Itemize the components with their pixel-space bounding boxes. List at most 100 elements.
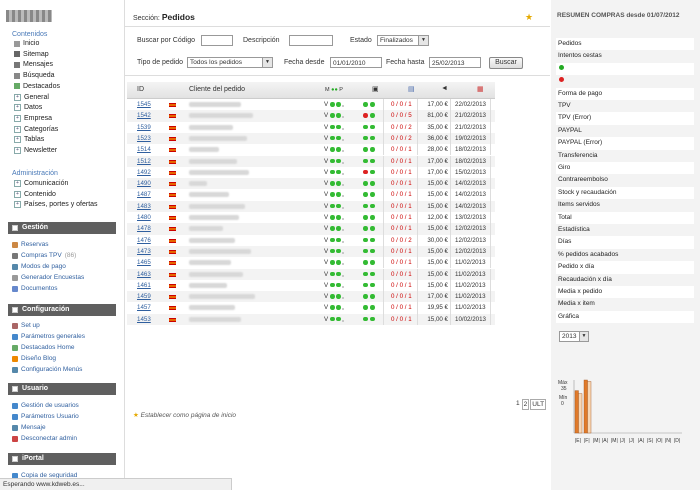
codigo-input[interactable] bbox=[201, 35, 233, 46]
state-dot[interactable] bbox=[370, 192, 375, 197]
order-id-link[interactable]: 1465 bbox=[137, 257, 151, 268]
sidebar-item[interactable]: Sitemap bbox=[14, 50, 49, 59]
state-dot[interactable] bbox=[370, 271, 375, 276]
sidebar-item[interactable]: + Newsletter bbox=[14, 146, 57, 155]
desde-input[interactable]: 01/01/2010 bbox=[330, 57, 382, 68]
sidebar-link[interactable]: Set up bbox=[12, 321, 40, 330]
sidebar-link[interactable]: Gestión de usuarios bbox=[12, 401, 79, 410]
sidebar-link[interactable]: Destacados Home bbox=[12, 343, 74, 352]
expand-icon[interactable]: + bbox=[14, 180, 21, 187]
sidebar-link[interactable]: Reservas bbox=[12, 240, 48, 249]
state-dot[interactable] bbox=[363, 113, 368, 118]
state-dot[interactable] bbox=[370, 316, 375, 322]
state-dot[interactable] bbox=[370, 181, 375, 186]
sidebar-item[interactable]: Mensajes bbox=[14, 60, 53, 69]
order-id-link[interactable]: 1542 bbox=[137, 110, 151, 121]
state-dot[interactable] bbox=[363, 192, 368, 197]
order-id-link[interactable]: 1457 bbox=[137, 302, 151, 313]
state-dot[interactable] bbox=[363, 316, 368, 322]
order-id-link[interactable]: 1453 bbox=[137, 314, 151, 325]
order-id-link[interactable]: 1463 bbox=[137, 269, 151, 280]
sidebar-item[interactable]: + Tablas bbox=[14, 135, 44, 144]
favorite-star-icon[interactable]: ★ bbox=[525, 12, 533, 23]
expand-icon[interactable]: + bbox=[14, 93, 21, 101]
order-id-link[interactable]: 1523 bbox=[137, 133, 151, 144]
order-id-link[interactable]: 1514 bbox=[137, 144, 151, 155]
state-dot[interactable] bbox=[370, 158, 375, 163]
sidebar-link[interactable]: Generador Encuestas bbox=[12, 273, 84, 282]
state-dot[interactable] bbox=[363, 181, 368, 186]
order-id-link[interactable]: 1487 bbox=[137, 189, 151, 200]
sidebar-item[interactable]: Inicio bbox=[14, 39, 39, 48]
expand-icon[interactable]: + bbox=[14, 201, 21, 209]
state-dot[interactable] bbox=[363, 169, 368, 175]
expand-icon[interactable]: + bbox=[14, 104, 21, 112]
year-select[interactable]: 2013 ▼ bbox=[559, 331, 589, 342]
order-id-link[interactable]: 1459 bbox=[137, 291, 151, 302]
order-id-link[interactable]: 1492 bbox=[137, 167, 151, 178]
state-dot[interactable] bbox=[363, 102, 368, 107]
sidebar-item[interactable]: + Categorías bbox=[14, 125, 58, 134]
order-id-link[interactable]: 1545 bbox=[137, 99, 151, 110]
state-dot[interactable] bbox=[363, 135, 368, 141]
expand-icon[interactable]: + bbox=[14, 147, 21, 154]
sidebar-item[interactable]: + General bbox=[14, 93, 49, 102]
sidebar-link[interactable]: Diseño Blog bbox=[12, 354, 56, 363]
sidebar-item[interactable]: + Datos bbox=[14, 103, 42, 112]
state-dot[interactable] bbox=[363, 237, 368, 243]
order-id-link[interactable]: 1473 bbox=[137, 246, 151, 257]
page-link[interactable]: 2 bbox=[521, 399, 530, 410]
sidebar-link[interactable]: Configuración Menús bbox=[12, 365, 82, 374]
expand-icon[interactable]: + bbox=[14, 114, 21, 122]
state-dot[interactable] bbox=[370, 260, 375, 265]
sidebar-link[interactable]: Modos de pago bbox=[12, 262, 66, 271]
state-dot[interactable] bbox=[363, 124, 368, 130]
sidebar-link[interactable]: Mensaje bbox=[12, 423, 46, 432]
order-id-link[interactable]: 1490 bbox=[137, 178, 151, 189]
page-link[interactable]: ULT bbox=[530, 399, 547, 410]
state-dot[interactable] bbox=[363, 215, 368, 220]
state-dot[interactable] bbox=[363, 226, 368, 231]
tipo-select[interactable]: Todos los pedidos ▼ bbox=[187, 57, 273, 68]
state-dot[interactable] bbox=[370, 282, 375, 288]
state-dot[interactable] bbox=[370, 248, 375, 254]
state-dot[interactable] bbox=[370, 102, 375, 107]
state-dot[interactable] bbox=[370, 124, 375, 130]
col-cliente[interactable]: Cliente del pedido bbox=[189, 86, 245, 93]
state-dot[interactable] bbox=[363, 282, 368, 288]
state-dot[interactable] bbox=[363, 248, 368, 254]
order-id-link[interactable]: 1461 bbox=[137, 280, 151, 291]
sidebar-item[interactable]: + Países, portes y ofertas bbox=[14, 200, 98, 209]
buscar-button[interactable]: Buscar bbox=[489, 57, 523, 69]
expand-icon[interactable]: + bbox=[14, 125, 21, 133]
sidebar-link[interactable]: Desconectar admin bbox=[12, 434, 77, 443]
state-dot[interactable] bbox=[363, 147, 368, 152]
col-id[interactable]: ID bbox=[137, 86, 144, 93]
state-dot[interactable] bbox=[370, 169, 375, 175]
set-home-link[interactable]: ★ Establecer como página de inicio bbox=[133, 411, 236, 419]
sidebar-link[interactable]: Parámetros Usuario bbox=[12, 412, 79, 421]
descripcion-input[interactable] bbox=[289, 35, 333, 46]
expand-icon[interactable]: + bbox=[14, 190, 21, 198]
state-dot[interactable] bbox=[363, 203, 368, 209]
state-dot[interactable] bbox=[363, 158, 368, 163]
state-dot[interactable] bbox=[370, 294, 375, 299]
state-dot[interactable] bbox=[370, 305, 375, 310]
estado-select[interactable]: Finalizados ▼ bbox=[377, 35, 429, 46]
order-id-link[interactable]: 1478 bbox=[137, 223, 151, 234]
order-id-link[interactable]: 1480 bbox=[137, 212, 151, 223]
state-dot[interactable] bbox=[370, 237, 375, 243]
hasta-input[interactable]: 25/02/2013 bbox=[429, 57, 481, 68]
state-dot[interactable] bbox=[370, 226, 375, 231]
state-dot[interactable] bbox=[363, 260, 368, 265]
sidebar-item[interactable]: + Comunicación bbox=[14, 179, 68, 188]
sidebar-link[interactable]: Parámetros generales bbox=[12, 332, 85, 341]
order-id-link[interactable]: 1539 bbox=[137, 122, 151, 133]
order-id-link[interactable]: 1483 bbox=[137, 201, 151, 212]
sidebar-item[interactable]: + Contenido bbox=[14, 190, 56, 199]
state-dot[interactable] bbox=[363, 271, 368, 276]
state-dot[interactable] bbox=[370, 147, 375, 152]
state-dot[interactable] bbox=[370, 215, 375, 220]
page-link[interactable]: 1 bbox=[515, 399, 521, 408]
state-dot[interactable] bbox=[363, 294, 368, 299]
